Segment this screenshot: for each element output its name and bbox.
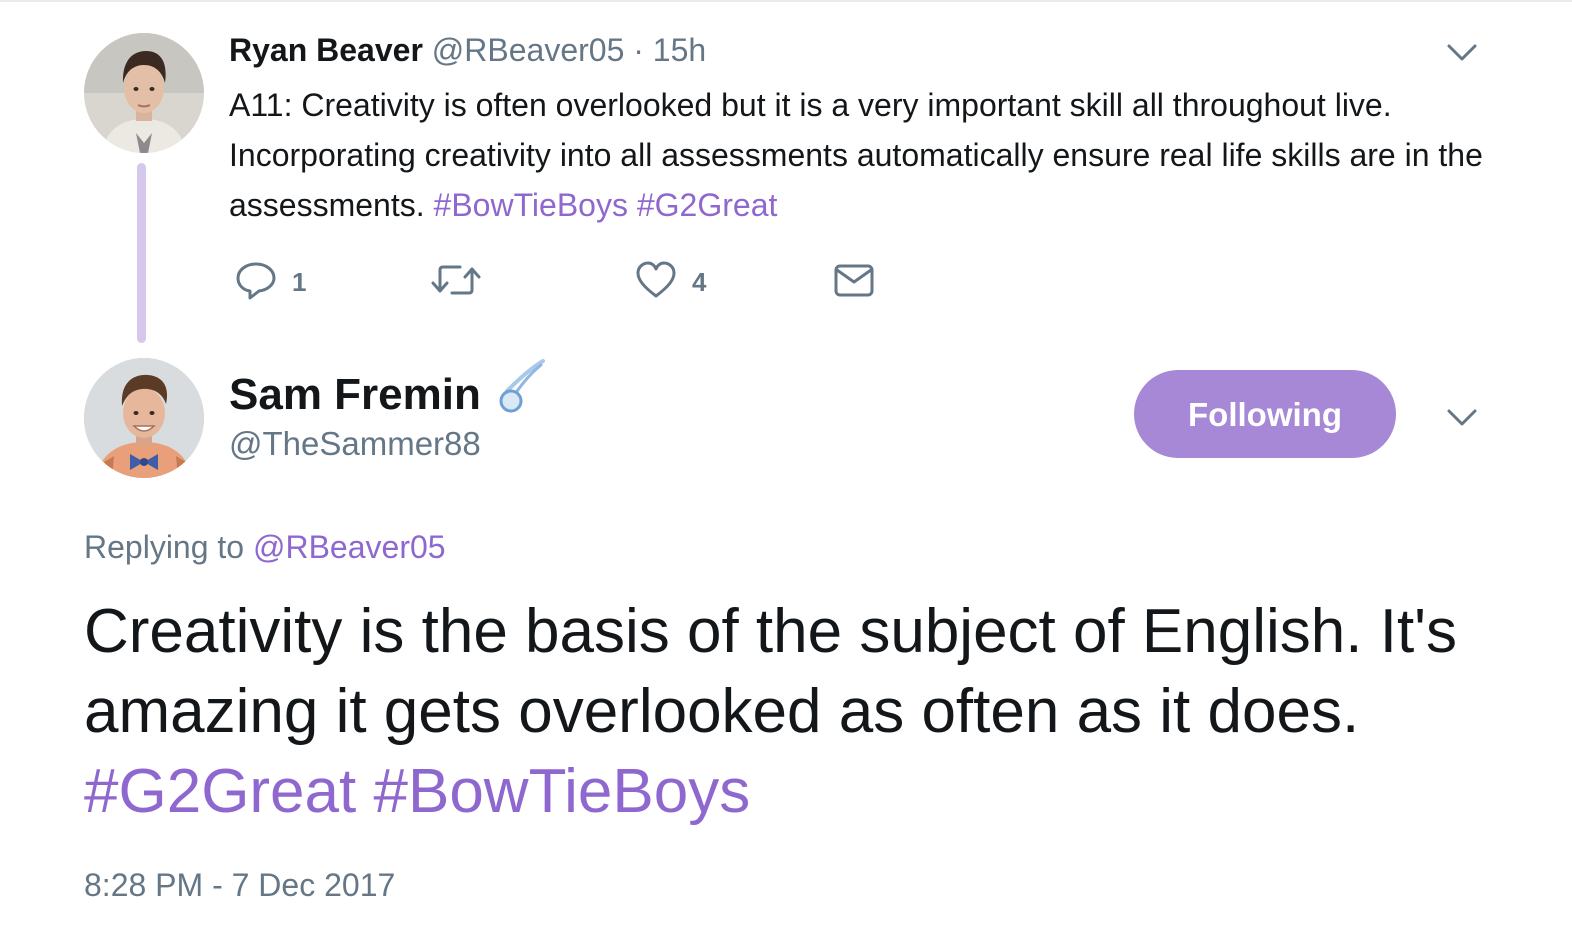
- hashtag-link[interactable]: #BowTieBoys: [373, 757, 750, 826]
- retweet-action[interactable]: [430, 260, 482, 304]
- hashtag-link[interactable]: #G2Great: [637, 187, 778, 223]
- parent-tweet-text: A11: Creativity is often overlooked but …: [229, 80, 1494, 230]
- chevron-down-icon[interactable]: [1445, 35, 1479, 69]
- like-count: 4: [692, 266, 707, 297]
- replying-to-line: Replying to @RBeaver05: [84, 525, 446, 569]
- reply-icon: [234, 258, 278, 307]
- hashtag-link[interactable]: #BowTieBoys: [434, 187, 628, 223]
- heart-icon: [634, 258, 678, 307]
- replying-handle-link[interactable]: @RBeaver05: [253, 529, 446, 565]
- reply-count: 1: [292, 266, 307, 297]
- parent-tweet-time[interactable]: 15h: [653, 32, 706, 68]
- envelope-icon: [832, 258, 876, 307]
- tweet-body: Creativity is the basis of the subject o…: [84, 597, 1458, 746]
- direct-message-action[interactable]: [832, 260, 876, 304]
- top-divider: [0, 0, 1572, 2]
- replying-prefix: Replying to: [84, 529, 245, 565]
- avatar-ryan-beaver[interactable]: [84, 33, 204, 153]
- avatar-sam-fremin[interactable]: [84, 358, 204, 478]
- author-name[interactable]: Sam Fremin: [229, 368, 481, 422]
- thread-connector-line: [137, 163, 146, 343]
- header-separator: ·: [633, 32, 644, 68]
- parent-author-handle[interactable]: @RBeaver05: [432, 32, 625, 68]
- author-handle[interactable]: @TheSammer88: [229, 423, 481, 465]
- author-name-row: Sam Fremin: [229, 359, 547, 426]
- parent-author-name[interactable]: Ryan Beaver: [229, 32, 423, 68]
- parent-tweet-body: A11: Creativity is often overlooked but …: [229, 87, 1483, 223]
- chevron-down-icon[interactable]: [1445, 400, 1479, 434]
- tweet-text: Creativity is the basis of the subject o…: [84, 592, 1504, 832]
- hashtag-link[interactable]: #G2Great: [84, 757, 356, 826]
- parent-tweet-header: Ryan Beaver @RBeaver05 · 15h: [229, 30, 706, 70]
- retweet-icon: [430, 258, 482, 307]
- following-button[interactable]: Following: [1134, 370, 1396, 458]
- like-action[interactable]: 4: [634, 260, 706, 304]
- comet-icon: [497, 357, 547, 426]
- reply-action[interactable]: 1: [234, 260, 306, 304]
- tweet-timestamp[interactable]: 8:28 PM - 7 Dec 2017: [84, 864, 395, 906]
